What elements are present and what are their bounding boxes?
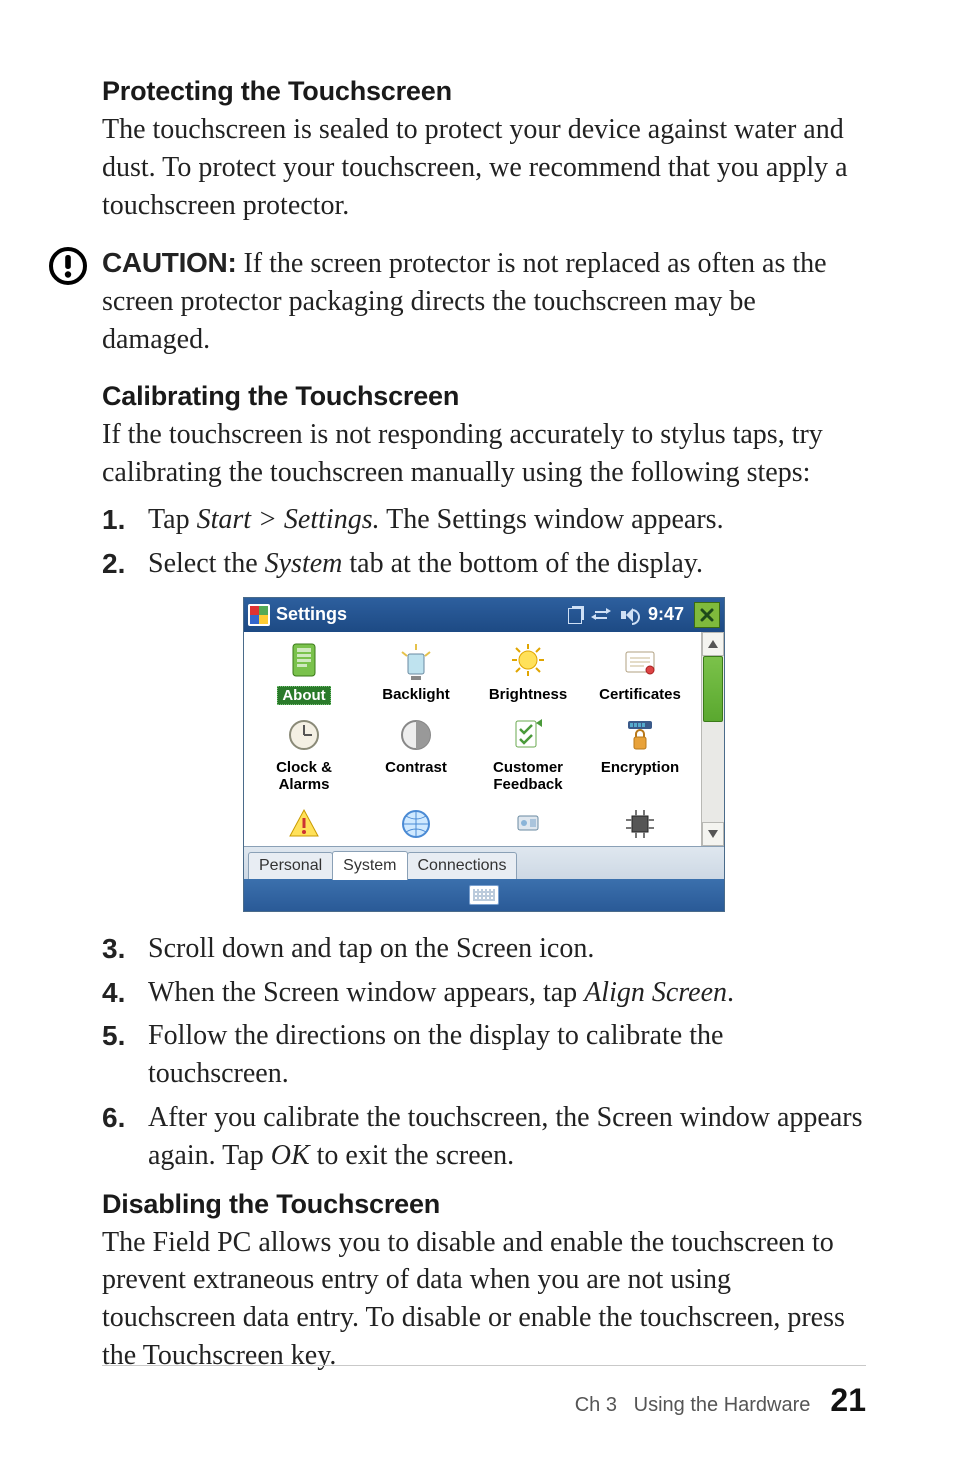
feedback-icon bbox=[508, 715, 548, 755]
scroll-up-button[interactable] bbox=[702, 632, 724, 656]
keyboard-icon[interactable] bbox=[469, 885, 499, 905]
app-brightness[interactable]: Brightness bbox=[472, 636, 584, 709]
step-text: Tap Start > Settings. The Settings windo… bbox=[148, 501, 866, 539]
scrollbar[interactable] bbox=[701, 632, 724, 846]
app-contrast[interactable]: Contrast bbox=[360, 709, 472, 798]
app-label: CustomerFeedback bbox=[493, 759, 563, 794]
caution-label: CAUTION: bbox=[102, 247, 236, 278]
globe-icon bbox=[396, 804, 436, 844]
system-tray: 9:47 bbox=[568, 604, 684, 625]
tabs: Personal System Connections bbox=[244, 846, 724, 879]
step-num: 1. bbox=[102, 501, 148, 539]
list-item: 4. When the Screen window appears, tap A… bbox=[102, 974, 866, 1012]
tab-personal[interactable]: Personal bbox=[248, 852, 333, 879]
tray-volume-icon[interactable] bbox=[620, 606, 638, 624]
heading-calibrating: Calibrating the Touchscreen bbox=[102, 381, 866, 412]
app-partial-1[interactable] bbox=[248, 798, 360, 846]
app-partial-2[interactable] bbox=[360, 798, 472, 846]
t: tab at the bottom of the display. bbox=[342, 548, 703, 579]
list-item: 3. Scroll down and tap on the Screen ico… bbox=[102, 930, 866, 968]
step-num: 3. bbox=[102, 930, 148, 968]
list-item: 6. After you calibrate the touchscreen, … bbox=[102, 1099, 866, 1175]
t-em: System bbox=[265, 548, 343, 579]
app-clock-alarms[interactable]: Clock &Alarms bbox=[248, 709, 360, 798]
memory-icon bbox=[508, 804, 548, 844]
scroll-track[interactable] bbox=[702, 656, 724, 822]
tray-clock[interactable]: 9:47 bbox=[648, 604, 684, 625]
settings-icon-grid: About Backlight Brightness bbox=[244, 632, 701, 846]
step-num: 5. bbox=[102, 1017, 148, 1093]
app-customer-feedback[interactable]: CustomerFeedback bbox=[472, 709, 584, 798]
t: The Settings window appears. bbox=[380, 504, 724, 535]
menubar bbox=[244, 879, 724, 911]
para-protecting: The touchscreen is sealed to protect you… bbox=[102, 111, 866, 224]
tab-system[interactable]: System bbox=[332, 851, 407, 880]
app-label: About bbox=[277, 686, 330, 705]
app-encryption[interactable]: Encryption bbox=[584, 709, 696, 798]
steps-list-a: 1. Tap Start > Settings. The Settings wi… bbox=[102, 501, 866, 583]
t-em: Start > Settings. bbox=[197, 504, 380, 535]
step-num: 4. bbox=[102, 974, 148, 1012]
app-label: Certificates bbox=[599, 686, 681, 703]
tray-connection-icon[interactable] bbox=[592, 606, 610, 624]
para-calibrating: If the touchscreen is not responding acc… bbox=[102, 416, 866, 492]
step-text: Follow the directions on the display to … bbox=[148, 1017, 866, 1093]
warning-icon bbox=[284, 804, 324, 844]
chip-icon bbox=[620, 804, 660, 844]
app-label: Backlight bbox=[382, 686, 450, 703]
settings-window: Settings 9:47 About bbox=[243, 597, 725, 912]
app-about[interactable]: About bbox=[248, 636, 360, 709]
backlight-icon bbox=[396, 642, 436, 682]
caution-block: CAUTION: If the screen protector is not … bbox=[48, 244, 866, 358]
heading-disabling: Disabling the Touchscreen bbox=[102, 1189, 866, 1220]
about-icon bbox=[284, 642, 324, 682]
footer-chapter: Ch 3 Using the Hardware bbox=[575, 1394, 811, 1417]
step-text: When the Screen window appears, tap Alig… bbox=[148, 974, 866, 1012]
app-backlight[interactable]: Backlight bbox=[360, 636, 472, 709]
app-partial-3[interactable] bbox=[472, 798, 584, 846]
heading-protecting: Protecting the Touchscreen bbox=[102, 76, 866, 107]
app-label: Contrast bbox=[385, 759, 447, 776]
list-item: 1. Tap Start > Settings. The Settings wi… bbox=[102, 501, 866, 539]
app-label: Brightness bbox=[489, 686, 567, 703]
step-num: 6. bbox=[102, 1099, 148, 1175]
caution-icon bbox=[48, 246, 88, 286]
list-item: 5. Follow the directions on the display … bbox=[102, 1017, 866, 1093]
tray-copy-icon[interactable] bbox=[568, 608, 582, 624]
caution-text: CAUTION: If the screen protector is not … bbox=[102, 244, 866, 358]
list-item: 2. Select the System tab at the bottom o… bbox=[102, 545, 866, 583]
step-text: Select the System tab at the bottom of t… bbox=[148, 545, 866, 583]
tab-connections[interactable]: Connections bbox=[407, 852, 518, 879]
close-button[interactable] bbox=[694, 602, 720, 628]
clock-icon bbox=[284, 715, 324, 755]
step-text: Scroll down and tap on the Screen icon. bbox=[148, 930, 866, 968]
scroll-thumb[interactable] bbox=[703, 656, 723, 722]
steps-list-b: 3. Scroll down and tap on the Screen ico… bbox=[102, 930, 866, 1175]
scroll-down-button[interactable] bbox=[702, 822, 724, 846]
step-text: After you calibrate the touchscreen, the… bbox=[148, 1099, 866, 1175]
t: Tap bbox=[148, 504, 197, 535]
encryption-icon bbox=[620, 715, 660, 755]
footer-page-number: 21 bbox=[830, 1382, 866, 1419]
t: Select the bbox=[148, 548, 265, 579]
certificates-icon bbox=[620, 642, 660, 682]
brightness-icon bbox=[508, 642, 548, 682]
start-flag-icon[interactable] bbox=[248, 604, 270, 626]
window-title: Settings bbox=[276, 604, 347, 625]
titlebar: Settings 9:47 bbox=[244, 598, 724, 632]
app-partial-4[interactable] bbox=[584, 798, 696, 846]
contrast-icon bbox=[396, 715, 436, 755]
app-label: Encryption bbox=[601, 759, 679, 776]
step-num: 2. bbox=[102, 545, 148, 583]
page-footer: Ch 3 Using the Hardware 21 bbox=[102, 1365, 866, 1419]
app-label: Clock &Alarms bbox=[276, 759, 332, 794]
app-certificates[interactable]: Certificates bbox=[584, 636, 696, 709]
para-disabling: The Field PC allows you to disable and e… bbox=[102, 1224, 866, 1375]
